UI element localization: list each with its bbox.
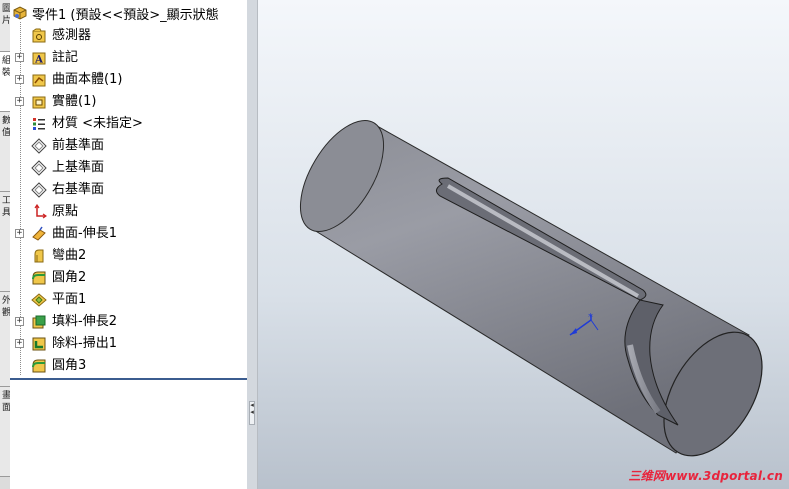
graphics-viewport[interactable]: * 三维网www.3dportal.cn bbox=[258, 0, 789, 489]
plane-icon bbox=[31, 160, 47, 176]
fillet-icon bbox=[32, 271, 46, 285]
solid-bodies-folder-icon bbox=[32, 96, 46, 109]
side-tab-label: 具 bbox=[0, 207, 10, 216]
tree-item-label: 平面1 bbox=[52, 292, 87, 307]
side-tab-2[interactable]: 數值 bbox=[0, 112, 10, 192]
tree-item-fillet2[interactable]: 圓角2 bbox=[10, 268, 247, 288]
tree-item-fillet3[interactable]: 圓角3 bbox=[10, 356, 247, 376]
expand-toggle[interactable]: + bbox=[15, 97, 24, 106]
tree-item-cut-sweep1[interactable]: + 除料-掃出1 bbox=[10, 334, 247, 354]
part-icon bbox=[13, 6, 27, 20]
side-tab-label: 面 bbox=[0, 402, 10, 411]
tree-item-label: 圓角3 bbox=[52, 358, 87, 373]
side-tab-1[interactable]: 組裝 bbox=[0, 52, 10, 112]
cylinder-with-slot-model[interactable]: * bbox=[258, 0, 789, 489]
tree-item-label: 曲面本體(1) bbox=[52, 72, 123, 87]
expand-toggle[interactable]: + bbox=[15, 229, 24, 238]
expand-toggle[interactable]: + bbox=[15, 53, 24, 62]
expand-toggle[interactable]: + bbox=[15, 317, 24, 326]
side-tab-label: 圖 bbox=[0, 3, 10, 12]
tree-item-label: 填料-伸長2 bbox=[52, 314, 117, 329]
side-tab-label: 數 bbox=[0, 115, 10, 124]
annotation-icon: A bbox=[32, 52, 46, 66]
plane-icon bbox=[31, 138, 47, 154]
side-tab-label: 工 bbox=[0, 195, 10, 204]
tree-item-label: 上基準面 bbox=[52, 160, 105, 175]
surface-bodies-folder-icon bbox=[32, 74, 46, 87]
side-tab-label: 組 bbox=[0, 55, 10, 64]
svg-text:A: A bbox=[34, 55, 43, 66]
plane-icon bbox=[31, 182, 47, 198]
tree-item-label: 曲面-伸長1 bbox=[52, 226, 117, 241]
tree-root[interactable]: 零件1 (預設<<預設>_顯示狀態 bbox=[12, 4, 219, 23]
tree-item-right-plane[interactable]: 右基準面 bbox=[10, 180, 247, 200]
side-tab-0[interactable]: 圖片 bbox=[0, 0, 10, 52]
tree-item-top-plane[interactable]: 上基準面 bbox=[10, 158, 247, 178]
watermark-text: 三维网www.3dportal.cn bbox=[628, 469, 783, 483]
tree-item-sensors[interactable]: 感測器 bbox=[10, 26, 247, 46]
tree-item-surface-extrude1[interactable]: + 曲面-伸長1 bbox=[10, 224, 247, 244]
tree-item-front-plane[interactable]: 前基準面 bbox=[10, 136, 247, 156]
tree-root-label: 零件1 (預設<<預設>_顯示狀態 bbox=[32, 7, 219, 23]
side-tab-label: 觀 bbox=[0, 307, 10, 316]
side-tab-4[interactable]: 外觀 bbox=[0, 292, 10, 387]
tree-item-label: 除料-掃出1 bbox=[52, 336, 117, 351]
tree-item-flex2[interactable]: 彎曲2 bbox=[10, 246, 247, 266]
tree-item-annotations[interactable]: + A 註記 bbox=[10, 48, 247, 68]
expand-toggle[interactable]: + bbox=[15, 75, 24, 84]
surface-extrude-icon bbox=[32, 226, 46, 241]
side-tab-label: 畫 bbox=[0, 390, 10, 399]
tree-item-label: 實體(1) bbox=[52, 94, 97, 109]
tree-item-label: 材質 <未指定> bbox=[52, 116, 143, 131]
boss-extrude-icon bbox=[32, 315, 46, 329]
cut-sweep-icon bbox=[32, 337, 46, 351]
panel-splitter[interactable]: ◂ ◂ bbox=[247, 0, 258, 489]
material-icon bbox=[33, 118, 45, 130]
flex-icon bbox=[34, 249, 44, 263]
tree-item-label: 感測器 bbox=[52, 28, 92, 43]
tree-item-solid-bodies[interactable]: + 實體(1) bbox=[10, 92, 247, 112]
tree-item-material[interactable]: 材質 <未指定> bbox=[10, 114, 247, 134]
tree-item-label: 右基準面 bbox=[52, 182, 105, 197]
collapse-panel-icon[interactable]: ◂ ◂ bbox=[249, 401, 255, 425]
origin-icon bbox=[34, 204, 47, 219]
side-tab-3[interactable]: 工具 bbox=[0, 192, 10, 292]
tree-item-label: 註記 bbox=[52, 50, 79, 65]
feature-tree-panel: 零件1 (預設<<預設>_顯示狀態 感測器 + A 註記 + 曲面本體(1) + bbox=[10, 0, 248, 489]
rollback-bar[interactable] bbox=[10, 378, 247, 380]
tree-item-label: 圓角2 bbox=[52, 270, 87, 285]
tree-item-boss-extrude2[interactable]: + 填料-伸長2 bbox=[10, 312, 247, 332]
tree-item-planar1[interactable]: 平面1 bbox=[10, 290, 247, 310]
expand-toggle[interactable]: + bbox=[15, 339, 24, 348]
tree-item-label: 原點 bbox=[52, 204, 79, 219]
planar-surface-icon bbox=[31, 293, 47, 307]
sensor-icon bbox=[32, 28, 46, 43]
side-tab-label: 裝 bbox=[0, 67, 10, 76]
tree-item-origin[interactable]: 原點 bbox=[10, 202, 247, 222]
tree-item-surface-bodies[interactable]: + 曲面本體(1) bbox=[10, 70, 247, 90]
side-tab-5[interactable]: 畫面 bbox=[0, 387, 10, 477]
fillet-icon bbox=[32, 359, 46, 373]
side-tab-label: 片 bbox=[0, 15, 10, 24]
tree-item-label: 前基準面 bbox=[52, 138, 105, 153]
tree-item-label: 彎曲2 bbox=[52, 248, 87, 263]
side-tab-label: 值 bbox=[0, 127, 10, 136]
side-tab-label: 外 bbox=[0, 295, 10, 304]
